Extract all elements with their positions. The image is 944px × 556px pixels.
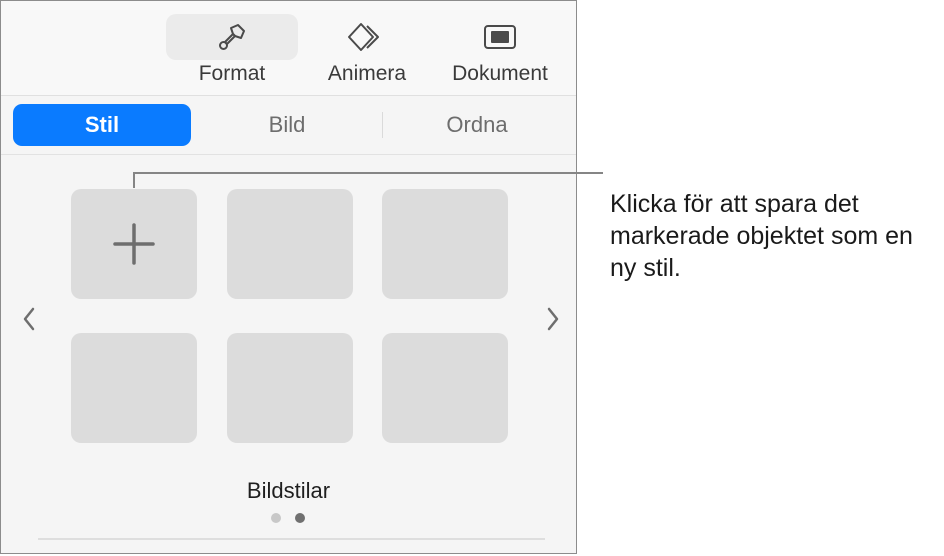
callout-text: Klicka för att spara det markerade objek…	[610, 190, 913, 282]
animate-diamonds-icon	[348, 23, 379, 51]
toolbar: Format Animera Dokument	[1, 1, 576, 96]
style-tile[interactable]	[227, 333, 353, 443]
toolbar-format-button[interactable]: Format	[166, 14, 298, 96]
toolbar-format-label: Format	[198, 62, 266, 85]
page-dot-2[interactable]	[295, 513, 305, 523]
style-tile[interactable]	[382, 189, 508, 299]
tab-arrange[interactable]: Ordna	[387, 104, 567, 146]
toolbar-document-label: Dokument	[452, 62, 548, 85]
style-tile[interactable]	[227, 189, 353, 299]
paintbrush-icon	[219, 24, 245, 50]
plus-icon	[113, 223, 155, 265]
style-tile[interactable]	[382, 333, 508, 443]
divider	[38, 538, 545, 540]
tab-divider	[382, 112, 383, 138]
format-sidebar: Format Animera Dokument Stil Bild Ordna …	[0, 0, 577, 554]
toolbar-animate-button[interactable]: Animera	[311, 14, 423, 96]
image-styles-label: Bildstilar	[246, 478, 331, 503]
style-tile[interactable]	[71, 333, 197, 443]
tab-image[interactable]: Bild	[197, 104, 377, 146]
tab-bar: Stil Bild Ordna	[1, 96, 576, 155]
page-indicator	[271, 513, 311, 525]
callout-line-drop	[133, 172, 135, 188]
toolbar-document-button[interactable]: Dokument	[437, 14, 563, 96]
callout-line	[133, 172, 603, 174]
toolbar-animate-label: Animera	[327, 62, 407, 85]
tab-style[interactable]: Stil	[13, 104, 191, 146]
chevron-right-icon	[547, 307, 559, 331]
previous-page-button[interactable]	[19, 304, 39, 334]
page-dot-1[interactable]	[271, 513, 281, 523]
add-style-button[interactable]	[71, 189, 197, 299]
next-page-button[interactable]	[543, 304, 563, 334]
chevron-left-icon	[23, 307, 35, 331]
document-icon	[484, 25, 516, 49]
